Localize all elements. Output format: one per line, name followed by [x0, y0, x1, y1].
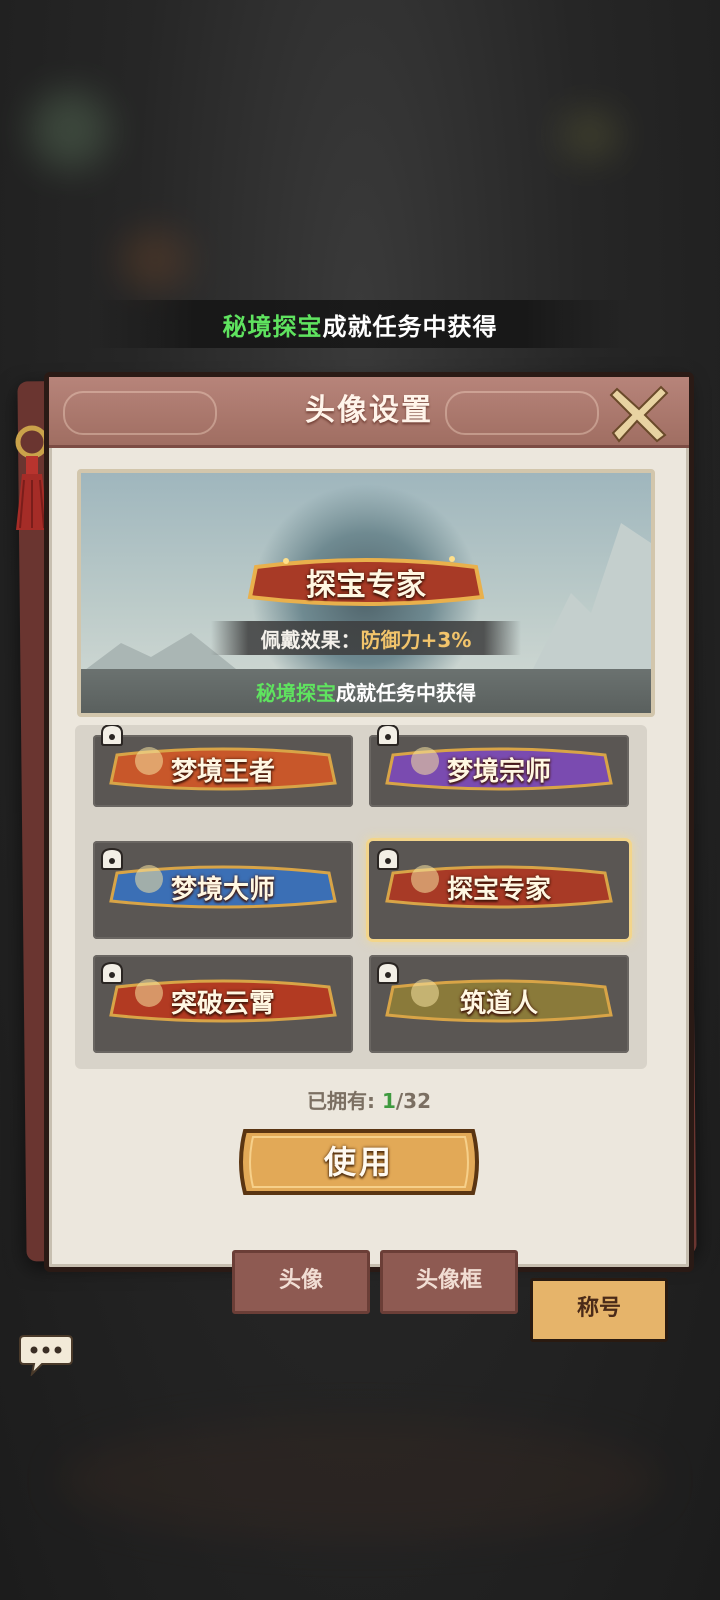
- title-name: 梦境宗师: [446, 756, 551, 787]
- owned-label: 已拥有:: [306, 1089, 382, 1113]
- effect-value: 防御力+3%: [360, 627, 472, 652]
- title-name: 突破云霄: [170, 988, 275, 1019]
- title-cell[interactable]: 梦境大师: [93, 841, 353, 939]
- bg-blob: [30, 90, 110, 170]
- mountain-right: [531, 523, 651, 673]
- title-cell[interactable]: 探宝专家: [369, 841, 629, 939]
- toast-text: 成就任务中获得: [322, 312, 498, 341]
- bg-blob: [560, 110, 620, 160]
- title-name: 探宝专家: [446, 874, 551, 905]
- toast-highlight: 秘境探宝: [222, 312, 323, 341]
- owned-count: 已拥有: 1/32: [49, 1085, 689, 1114]
- titles-grid: 梦境王者 梦境宗师梦境大师 探宝专家突破云霄 筑道人: [75, 725, 647, 1069]
- preview-title-text: 探宝专家: [306, 568, 426, 603]
- panel-title: 头像设置: [305, 393, 433, 428]
- title-name: 筑道人: [459, 988, 538, 1019]
- effect-label: 佩戴效果：: [260, 627, 361, 652]
- tab-title[interactable]: 称号: [530, 1278, 668, 1342]
- avatar-settings-panel: 头像设置 探宝专家 佩戴效果： 防御力+3% 秘境探宝成就任务中获得 梦境王者 梦境…: [44, 372, 694, 1272]
- preview-source: 秘境探宝成就任务中获得: [81, 675, 651, 711]
- chat-bubble-icon[interactable]: [18, 1332, 74, 1376]
- owned-current: 1: [381, 1089, 396, 1113]
- title-name: 梦境大师: [170, 874, 275, 905]
- title-cell[interactable]: 筑道人: [369, 955, 629, 1053]
- use-button-label: 使用: [323, 1143, 394, 1181]
- bg-blob: [60, 1420, 660, 1540]
- title-cell[interactable]: 梦境王者: [93, 725, 353, 807]
- use-button[interactable]: 使用: [235, 1125, 483, 1199]
- source-text: 成就任务中获得: [336, 681, 476, 705]
- owned-total: /32: [395, 1089, 432, 1113]
- bg-blob: [120, 230, 190, 290]
- preview-title-badge: 探宝专家: [246, 551, 486, 613]
- tab-avatar[interactable]: 头像: [232, 1250, 370, 1314]
- close-x-icon[interactable]: [609, 383, 669, 443]
- effect-bar: 佩戴效果： 防御力+3%: [211, 621, 521, 655]
- title-preview: 探宝专家 佩戴效果： 防御力+3% 秘境探宝成就任务中获得: [77, 469, 655, 717]
- title-cell[interactable]: 梦境宗师: [369, 725, 629, 807]
- title-cell[interactable]: 突破云霄: [93, 955, 353, 1053]
- source-highlight: 秘境探宝: [256, 681, 336, 705]
- title-name: 梦境王者: [170, 756, 275, 787]
- tab-avatar-frame[interactable]: 头像框: [380, 1250, 518, 1314]
- achievement-toast: 秘境探宝 成就任务中获得: [90, 300, 630, 348]
